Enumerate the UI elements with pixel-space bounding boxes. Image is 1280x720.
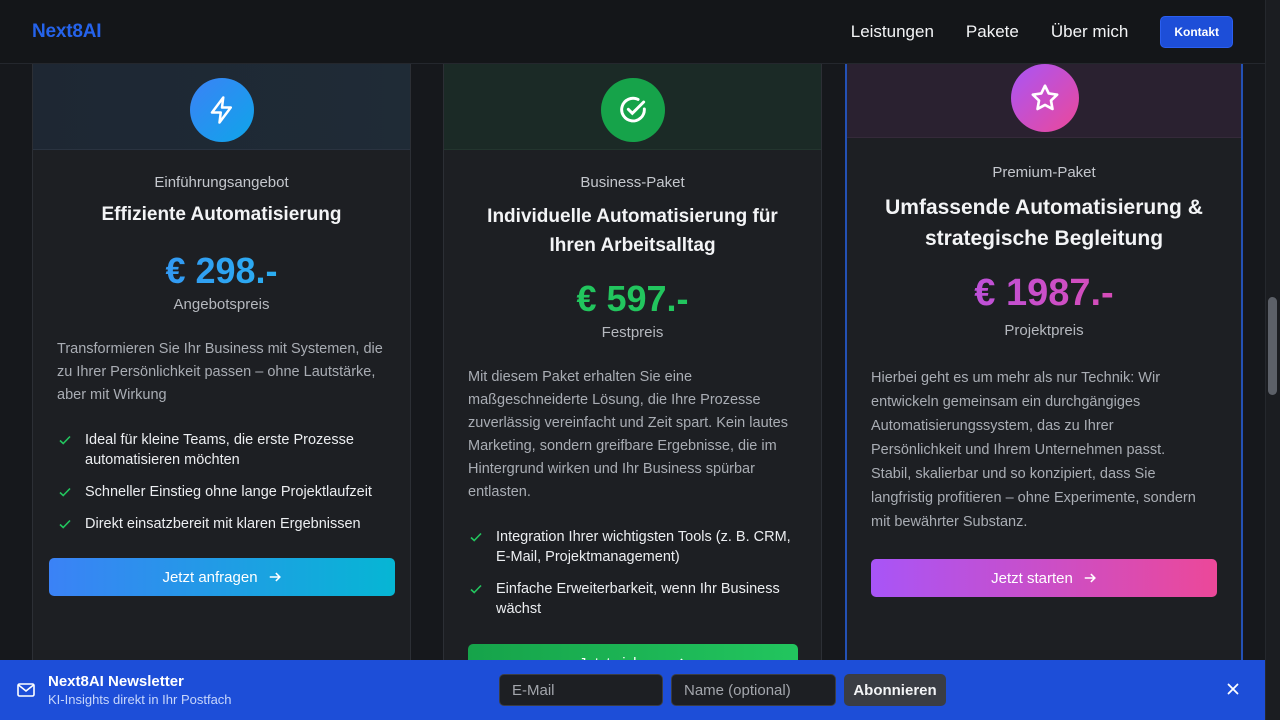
package-label: Business-Paket xyxy=(580,174,685,191)
button-label: Jetzt starten xyxy=(991,569,1073,587)
package-label: Einführungsangebot xyxy=(154,174,289,191)
check-icon xyxy=(59,487,71,497)
newsletter-title: Next8AI Newsletter xyxy=(48,673,184,690)
feature-text: Integration Ihrer wichtigsten Tools (z. … xyxy=(496,529,791,565)
subscribe-button[interactable]: Abonnieren xyxy=(844,674,946,706)
package-title: Individuelle Automatisierung für Ihren A… xyxy=(487,206,778,256)
feature-text: Schneller Einstieg ohne lange Projektlau… xyxy=(85,484,372,500)
request-button[interactable]: Jetzt anfragen xyxy=(49,558,395,596)
feature-text: Ideal für kleine Teams, die erste Prozes… xyxy=(85,432,354,468)
package-price: € 298.- xyxy=(33,250,410,292)
site-header: Next8AI Leistungen Pakete Über mich Kont… xyxy=(0,0,1265,64)
package-description: Hierbei geht es um mehr als nur Technik:… xyxy=(871,370,1196,530)
pricing-card-intro: Einführungsangebot Effiziente Automatisi… xyxy=(32,64,411,684)
price-type: Projektpreis xyxy=(1004,322,1084,339)
check-icon xyxy=(59,519,71,529)
newsletter-bar: Next8AI Newsletter KI-Insights direkt in… xyxy=(0,660,1265,720)
main-nav: Leistungen Pakete Über mich Kontakt xyxy=(851,15,1233,48)
arrow-right-icon xyxy=(1084,573,1096,583)
email-field[interactable] xyxy=(499,674,663,706)
feature-item: Schneller Einstieg ohne lange Projektlau… xyxy=(57,482,390,502)
check-circle-icon xyxy=(601,78,665,142)
scrollbar-thumb[interactable] xyxy=(1268,297,1277,395)
nav-pakete[interactable]: Pakete xyxy=(966,22,1019,42)
package-description: Transformieren Sie Ihr Business mit Syst… xyxy=(57,341,383,403)
price-type: Festpreis xyxy=(601,324,664,341)
pricing-card-business: Business-Paket Individuelle Automatisier… xyxy=(443,64,822,684)
package-description: Mit diesem Paket erhalten Sie eine maßge… xyxy=(468,369,788,500)
price-type: Angebotspreis xyxy=(173,296,270,313)
feature-item: Direkt einsatzbereit mit klaren Ergebnis… xyxy=(57,514,390,534)
feature-item: Einfache Erweiterbarkeit, wenn Ihr Busin… xyxy=(468,579,799,619)
newsletter-subtitle: KI-Insights direkt in Ihr Postfach xyxy=(48,692,232,707)
nav-ueber-mich[interactable]: Über mich xyxy=(1051,22,1128,42)
arrow-right-icon xyxy=(269,572,281,582)
check-icon xyxy=(470,532,482,542)
feature-text: Einfache Erweiterbarkeit, wenn Ihr Busin… xyxy=(496,581,780,617)
nav-leistungen[interactable]: Leistungen xyxy=(851,22,934,42)
button-label: Jetzt anfragen xyxy=(162,568,258,586)
feature-item: Ideal für kleine Teams, die erste Prozes… xyxy=(57,430,390,470)
package-label: Premium-Paket xyxy=(992,164,1096,181)
feature-list: Integration Ihrer wichtigsten Tools (z. … xyxy=(468,527,799,631)
feature-list: Ideal für kleine Teams, die erste Prozes… xyxy=(57,430,390,546)
package-price: € 1987.- xyxy=(847,272,1241,315)
package-title: Umfassende Automatisierung & strategisch… xyxy=(885,196,1203,250)
package-price: € 597.- xyxy=(576,278,689,319)
lightning-icon xyxy=(190,78,254,142)
check-icon xyxy=(470,584,482,594)
feature-text: Direkt einsatzbereit mit klaren Ergebnis… xyxy=(85,516,361,532)
name-field[interactable] xyxy=(671,674,836,706)
package-title: Effiziente Automatisierung xyxy=(101,204,342,225)
close-icon[interactable] xyxy=(1225,681,1241,697)
site-logo[interactable]: Next8AI xyxy=(32,21,102,43)
page-scrollbar[interactable] xyxy=(1265,0,1280,720)
feature-item: Integration Ihrer wichtigsten Tools (z. … xyxy=(468,527,799,567)
start-button[interactable]: Jetzt starten xyxy=(871,559,1217,597)
pricing-card-premium: Premium-Paket Umfassende Automatisierung… xyxy=(845,64,1243,684)
check-icon xyxy=(59,435,71,445)
mail-icon xyxy=(17,683,35,697)
star-icon xyxy=(1011,64,1079,132)
contact-button[interactable]: Kontakt xyxy=(1160,15,1233,48)
